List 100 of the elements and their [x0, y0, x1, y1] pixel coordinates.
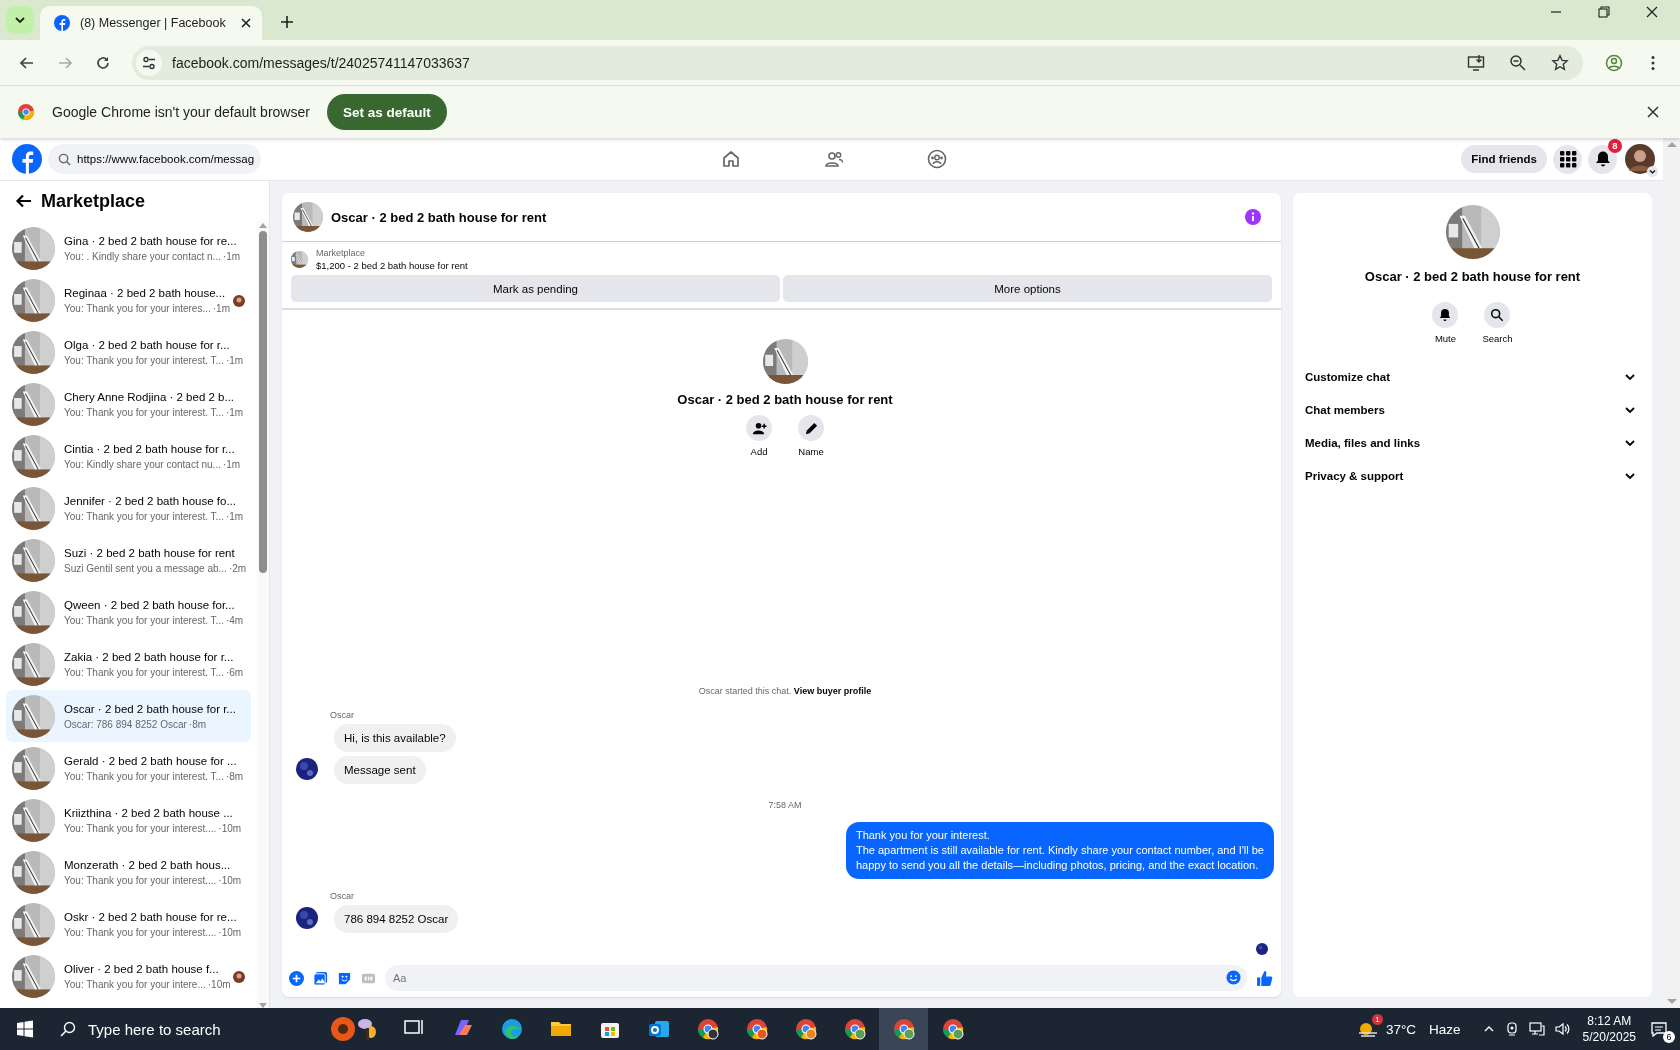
conversation-title: Kriizthina · 2 bed 2 bath house ...	[64, 806, 234, 819]
conversation-item[interactable]: Oskr · 2 bed 2 bath house for re... You: Thank you for your interest.... ·10m	[6, 898, 251, 950]
listing-title: $1,200 - 2 bed 2 bath house for rent	[316, 260, 468, 271]
new-tab-icon[interactable]	[280, 15, 294, 29]
message-preview: You: Thank you for your interest. T...	[64, 510, 224, 522]
conversation-title: Gerald · 2 bed 2 bath house for ...	[64, 754, 238, 767]
notification-badge: 8	[1608, 138, 1622, 153]
conversation-item[interactable]: Gerald · 2 bed 2 bath house for ... You: Thank you for your interest. T... ·8m	[6, 742, 251, 794]
find-friends-button[interactable]: Find friends	[1461, 145, 1547, 173]
temperature: 37°C	[1385, 1021, 1417, 1037]
message-time: ·1m	[225, 354, 244, 366]
message-time: ·1m	[222, 458, 241, 470]
image-icon[interactable]	[313, 970, 328, 986]
seen-avatar-icon	[1256, 943, 1268, 955]
details-section[interactable]: Privacy & support	[1305, 459, 1640, 492]
site-settings-icon[interactable]	[141, 54, 157, 71]
facebook-logo-icon[interactable]	[12, 144, 42, 174]
back-arrow-icon[interactable]	[15, 192, 33, 210]
back-icon[interactable]	[19, 54, 35, 71]
conversation-item[interactable]: Oscar · 2 bed 2 bath house for r... Oscar: 786 894 8252 Oscar ·8m	[6, 690, 251, 742]
star-icon[interactable]	[1551, 53, 1569, 72]
close-icon[interactable]	[1646, 6, 1658, 18]
close-icon[interactable]	[1646, 105, 1660, 119]
chat-name: Oscar · 2 bed 2 bath house for rent	[677, 392, 893, 407]
close-icon[interactable]	[240, 17, 252, 29]
chevron-down-icon[interactable]	[1647, 166, 1658, 177]
message-time: ·4m	[225, 614, 244, 626]
restore-icon[interactable]	[1598, 6, 1610, 18]
zoom-out-icon[interactable]	[1509, 53, 1527, 72]
tab-search-button[interactable]	[6, 6, 34, 34]
conversation-item[interactable]: Oliver · 2 bed 2 bath house f... You: Thank you for your intere... ·10m	[6, 950, 251, 1002]
home-icon[interactable]	[721, 149, 741, 169]
people-icon[interactable]	[824, 149, 844, 169]
buyer-profile-link[interactable]: View buyer profile	[793, 686, 872, 696]
chrome-logo-icon	[17, 103, 35, 121]
network-icon[interactable]	[1528, 1022, 1545, 1036]
conversation-title: Reginaa · 2 bed 2 bath house...	[64, 286, 227, 299]
intro-action-button[interactable]	[746, 415, 772, 441]
windows-start-icon[interactable]	[16, 1020, 34, 1038]
bell-icon	[1438, 308, 1453, 322]
edge-icon[interactable]	[499, 1017, 524, 1041]
reload-icon[interactable]	[95, 54, 111, 71]
conversation-item[interactable]: Qween · 2 bed 2 bath house for... You: Thank you for your interest. T... ·4m	[6, 586, 251, 638]
chrome-icon[interactable]	[793, 1017, 818, 1041]
details-action-button[interactable]	[1484, 302, 1511, 328]
chrome-icon[interactable]	[842, 1017, 867, 1041]
chrome-icon[interactable]	[695, 1017, 720, 1041]
message-time: ·8m	[188, 718, 207, 730]
chrome-icon[interactable]	[891, 1017, 916, 1041]
conversation-item[interactable]: Zakia · 2 bed 2 bath house for r... You: Thank you for your interest. T... ·6m	[6, 638, 251, 690]
conversation-item[interactable]: Olga · 2 bed 2 bath house for r... You: Thank you for your interest. T... ·1m	[6, 326, 251, 378]
message-time: ·1m	[212, 302, 230, 314]
chrome-icon[interactable]	[744, 1017, 769, 1041]
details-section[interactable]: Chat members	[1305, 393, 1640, 426]
conversation-item[interactable]: Chery Anne Rodjina · 2 bed 2 b... You: Thank you for your interest. T... ·1m	[6, 378, 251, 430]
info-icon[interactable]	[1245, 209, 1261, 225]
emoji-icon[interactable]	[1226, 970, 1241, 985]
facebook-logo-icon	[54, 15, 70, 31]
address-bar[interactable]: facebook.com/messages/t/24025741147033637	[132, 45, 1583, 80]
sidebar-title: Marketplace	[41, 190, 146, 212]
listing-action-button[interactable]: More options	[783, 275, 1272, 302]
conversation-item[interactable]: Monzerath · 2 bed 2 bath hous... You: Thank you for your interest.... ·10m	[6, 846, 251, 898]
details-section[interactable]: Customize chat	[1305, 360, 1640, 393]
camera-icon[interactable]	[1504, 1022, 1519, 1036]
install-app-icon[interactable]	[1467, 53, 1485, 72]
browser-tab[interactable]: (8) Messenger | Facebook	[40, 6, 262, 40]
scrollbar[interactable]	[257, 221, 269, 1008]
message-preview: You: Thank you for your interest. T...	[64, 614, 224, 626]
thumbs-up-icon[interactable]	[1256, 969, 1273, 987]
action-label: Search	[1482, 333, 1513, 344]
search-field[interactable]: https://www.facebook.com/messag	[48, 144, 262, 174]
volume-icon[interactable]	[1554, 1022, 1571, 1036]
details-section[interactable]: Media, files and links	[1305, 426, 1640, 459]
conversation-item[interactable]: Suzi · 2 bed 2 bath house for rent Suzi Gentil sent you a message ab... ·2m	[6, 534, 251, 586]
conversation-title: Cintia · 2 bed 2 bath house for r...	[64, 442, 236, 455]
details-action-button[interactable]	[1432, 302, 1459, 328]
message-time: ·1m	[225, 510, 244, 522]
intro-action-button[interactable]	[798, 415, 824, 441]
plus-icon[interactable]	[289, 970, 304, 986]
conversation-item[interactable]: Gina · 2 bed 2 bath house for re... You: . Kindly share your contact n... ·1m	[6, 222, 251, 274]
notification-icon[interactable]	[1650, 1020, 1668, 1038]
conversation-title: Chery Anne Rodjina · 2 bed 2 b...	[64, 390, 236, 403]
conversation-item[interactable]: Jennifer · 2 bed 2 bath house fo... You: Thank you for your interest. T... ·1m	[6, 482, 251, 534]
profile-icon[interactable]	[1605, 53, 1623, 72]
sticker-icon[interactable]	[337, 970, 352, 986]
conversation-title: Suzi · 2 bed 2 bath house for rent	[64, 546, 236, 559]
notifications-button[interactable]	[1588, 144, 1617, 174]
chrome-icon[interactable]	[940, 1017, 965, 1041]
set-default-button[interactable]: Set as default	[326, 94, 447, 130]
conversation-item[interactable]: Kriizthina · 2 bed 2 bath house ... You: Thank you for your interest.... ·10m	[6, 794, 251, 846]
conversation-item[interactable]: Cintia · 2 bed 2 bath house for r... You: Kindly share your contact nu... ·1m	[6, 430, 251, 482]
conversation-title: Monzerath · 2 bed 2 bath hous...	[64, 858, 232, 871]
message-input[interactable]: Aa	[385, 965, 1247, 991]
listing-action-button[interactable]: Mark as pending	[291, 275, 780, 302]
message-preview: You: Thank you for your intere...	[64, 978, 206, 990]
conversation-item[interactable]: Reginaa · 2 bed 2 bath house... You: Thank you for your interes... ·1m	[6, 274, 251, 326]
menu-button[interactable]	[1553, 144, 1582, 174]
avatar-icon[interactable]	[1625, 144, 1655, 174]
scrollbar[interactable]	[1663, 138, 1680, 1008]
group-icon[interactable]	[927, 149, 947, 169]
